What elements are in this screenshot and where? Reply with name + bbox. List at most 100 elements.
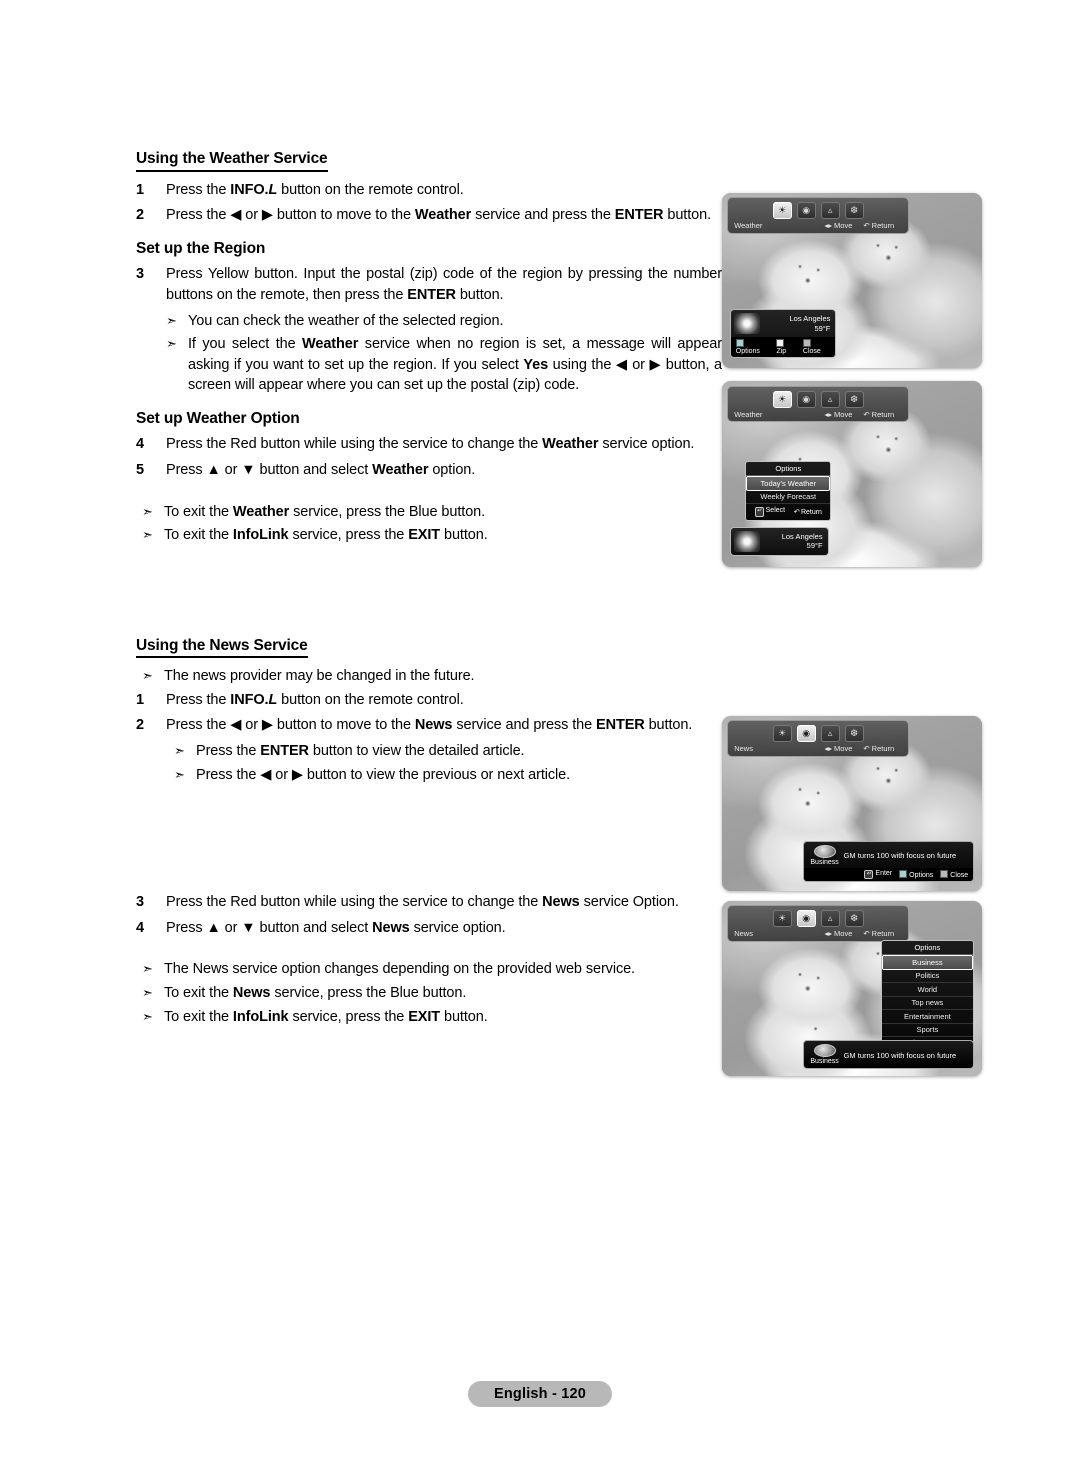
photo-icon[interactable]: ☀ (772, 910, 792, 928)
menu-item-top-news[interactable]: Top news (881, 997, 974, 1010)
zip-button-label: Zip (776, 347, 787, 355)
select-hint-label: Select (765, 507, 786, 515)
weather-temperature: 59°F (814, 323, 831, 333)
weather-widget-main: Los Angeles 59°F (731, 528, 828, 555)
globe-icon (813, 1044, 836, 1058)
step-text: Press the INFO.L button on the remote co… (166, 691, 464, 708)
return-arrow-icon: ↶ (863, 744, 870, 754)
step-text: Press the ◀ or ▶ button to move to the N… (166, 717, 693, 734)
options-button[interactable]: Options (735, 338, 770, 355)
weather-icon[interactable]: ❆ (844, 910, 864, 928)
move-hint: ◂▸ Move (825, 222, 853, 230)
news-icon[interactable]: ◉ (796, 910, 816, 928)
news-ticker: Business GM turns 100 with focus on futu… (802, 840, 975, 883)
step-row: 1 Press the INFO.L button on the remote … (136, 690, 722, 711)
news-button-row: ↵ Enter Options Close (803, 868, 974, 882)
step-number: 1 (136, 691, 145, 708)
manual-text-column: Using the Weather Service 1 Press the IN… (136, 150, 722, 1030)
weather-icon[interactable]: ❆ (844, 202, 864, 220)
news-icon[interactable]: ◉ (796, 390, 816, 408)
weather-icon[interactable]: ❆ (844, 390, 864, 408)
step-text: Press Yellow button. Input the postal (z… (166, 266, 722, 303)
note-bullet-icon: ➣ (142, 503, 153, 519)
gray-swatch-icon (940, 870, 949, 878)
move-arrows-icon: ◂▸ (824, 744, 833, 754)
photo-icon[interactable]: ☀ (772, 725, 792, 743)
note-text: If you select the Weather service when n… (188, 336, 722, 394)
service-label: Weather (734, 221, 763, 231)
screenshot-news-main: ☀ ◉ ▵ ❆ News ◂▸ Move ↶ Return Business G… (722, 716, 982, 891)
stocks-icon[interactable]: ▵ (820, 202, 840, 220)
note-bullet-icon: ➣ (142, 668, 153, 684)
options-button[interactable]: Options (899, 870, 933, 879)
step-text: Press the ◀ or ▶ button to move to the W… (166, 207, 711, 224)
note-text: To exit the Weather service, press the B… (164, 503, 486, 520)
move-arrows-icon: ◂▸ (824, 929, 833, 939)
menu-item-todays-weather[interactable]: Today's Weather (746, 476, 831, 491)
service-icon-row: ☀ ◉ ▵ ❆ (734, 725, 902, 743)
news-icon[interactable]: ◉ (796, 725, 816, 743)
menu-item-business[interactable]: Business (881, 955, 974, 970)
stocks-icon[interactable]: ▵ (820, 390, 840, 408)
service-bar-row: News ◂▸ Move ↶ Return (734, 745, 902, 753)
note-text: To exit the News service, press the Blue… (164, 984, 467, 1001)
weather-readout: Los Angeles 59°F (766, 532, 823, 551)
menu-item-politics[interactable]: Politics (881, 970, 974, 983)
options-button-label: Options (909, 872, 934, 879)
step-text: Press the INFO.L button on the remote co… (166, 181, 464, 198)
news-category-label: Business (810, 1058, 839, 1066)
menu-item-sports[interactable]: Sports (881, 1024, 974, 1037)
options-menu-title: Options (746, 462, 831, 477)
menu-item-weekly-forecast[interactable]: Weekly Forecast (746, 491, 831, 505)
move-hint: ◂▸ Move (825, 745, 853, 753)
service-icon-row: ☀ ◉ ▵ ❆ (734, 202, 902, 220)
note-text: To exit the InfoLink service, press the … (164, 1008, 488, 1025)
sun-icon (733, 530, 760, 552)
service-bar-row: Weather ◂▸ Move ↶ Return (734, 411, 902, 419)
news-icon[interactable]: ◉ (796, 202, 816, 220)
note-row: ➣ To exit the Weather service, press the… (142, 502, 722, 523)
zip-button[interactable]: Zip (776, 338, 795, 355)
sun-icon (733, 313, 760, 334)
note-row: ➣ To exit the InfoLink service, press th… (142, 525, 722, 546)
step-row: 1 Press the INFO.L button on the remote … (136, 180, 722, 201)
globe-icon (813, 844, 836, 858)
move-hint-label: Move (834, 409, 853, 419)
page-footer-label: English - 120 (467, 1381, 613, 1407)
photo-icon[interactable]: ☀ (772, 202, 792, 220)
news-ticker: Business GM turns 100 with focus on futu… (802, 1040, 975, 1069)
step-row: 5 Press ▲ or ▼ button and select Weather… (136, 460, 722, 481)
options-button-label: Options (735, 347, 760, 355)
step-row: 2 Press the ◀ or ▶ button to move to the… (136, 205, 722, 226)
news-category: Business (808, 1044, 842, 1066)
step-number: 3 (136, 266, 145, 283)
note-row: ➣ To exit the InfoLink service, press th… (142, 1007, 722, 1028)
move-hint-label: Move (834, 221, 853, 231)
weather-icon[interactable]: ❆ (844, 725, 864, 743)
step-number: 4 (136, 919, 145, 936)
close-button[interactable]: Close (940, 870, 968, 879)
news-ticker-main: Business GM turns 100 with focus on futu… (804, 842, 974, 869)
move-hint: ◂▸ Move (825, 930, 853, 938)
service-label: Weather (734, 409, 763, 419)
return-arrow-icon: ↶ (863, 409, 870, 419)
photo-icon[interactable]: ☀ (772, 390, 792, 408)
step-row: 2 Press the ◀ or ▶ button to move to the… (136, 715, 722, 736)
options-menu-title: Options (881, 941, 974, 955)
close-button[interactable]: Close (802, 338, 831, 355)
subsection-heading-region: Set up the Region (136, 239, 266, 257)
service-icon-row: ☀ ◉ ▵ ❆ (734, 910, 902, 928)
close-button-label: Close (950, 872, 969, 879)
enter-button[interactable]: ↵ Enter (864, 869, 892, 880)
return-arrow-icon: ↶ (793, 509, 799, 517)
stocks-icon[interactable]: ▵ (820, 725, 840, 743)
note-row: ➣ To exit the News service, press the Bl… (142, 983, 722, 1004)
weather-city: Los Angeles (781, 531, 823, 541)
stocks-icon[interactable]: ▵ (820, 910, 840, 928)
step-number: 1 (136, 181, 145, 198)
menu-item-world[interactable]: World (881, 983, 974, 997)
service-bar-row: Weather ◂▸ Move ↶ Return (734, 222, 902, 230)
menu-item-entertainment[interactable]: Entertainment (881, 1010, 974, 1024)
return-hint-label: Return (871, 744, 895, 754)
weather-temperature: 59°F (806, 541, 823, 551)
